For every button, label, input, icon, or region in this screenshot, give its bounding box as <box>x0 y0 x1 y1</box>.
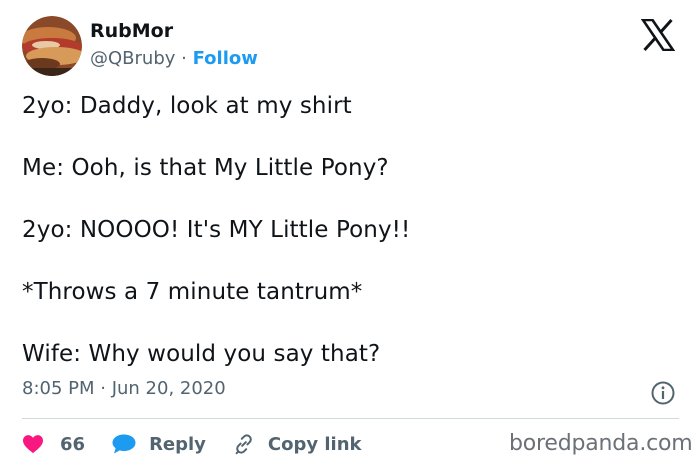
tweet-text-line: Me: Ooh, is that My Little Pony? <box>22 155 389 181</box>
reply-button[interactable]: Reply <box>111 433 206 455</box>
divider <box>22 418 679 419</box>
avatar[interactable] <box>22 16 82 76</box>
meta-separator: · <box>181 48 187 69</box>
copy-link-label: Copy link <box>267 433 362 455</box>
like-count: 66 <box>60 433 86 455</box>
like-button[interactable]: 66 <box>22 434 85 455</box>
author-meta: @QBruby · Follow <box>90 48 258 69</box>
action-bar: 66 Reply Copy link <box>22 430 362 458</box>
watermark: boredpanda.com <box>509 431 693 456</box>
heart-icon <box>23 435 43 454</box>
tweet-text-line: Wife: Why would you say that? <box>22 341 381 367</box>
avatar-image <box>22 16 82 76</box>
copy-link-button[interactable]: Copy link <box>232 432 362 456</box>
author-name[interactable]: RubMor <box>90 20 173 42</box>
tweet-text-line: 2yo: NOOOO! It's MY Little Pony!! <box>22 217 411 243</box>
x-logo-icon[interactable] <box>640 18 676 52</box>
link-icon <box>235 434 252 455</box>
author-handle[interactable]: @QBruby <box>90 48 175 69</box>
tweet-text-line: 2yo: Daddy, look at my shirt <box>22 93 352 119</box>
tweet-text-line: *Throws a 7 minute tantrum* <box>22 279 363 305</box>
info-icon[interactable] <box>650 380 676 406</box>
follow-button[interactable]: Follow <box>193 48 258 69</box>
reply-label: Reply <box>149 433 206 455</box>
tweet-timestamp[interactable]: 8:05 PM · Jun 20, 2020 <box>22 378 226 399</box>
speech-bubble-icon <box>112 434 136 454</box>
